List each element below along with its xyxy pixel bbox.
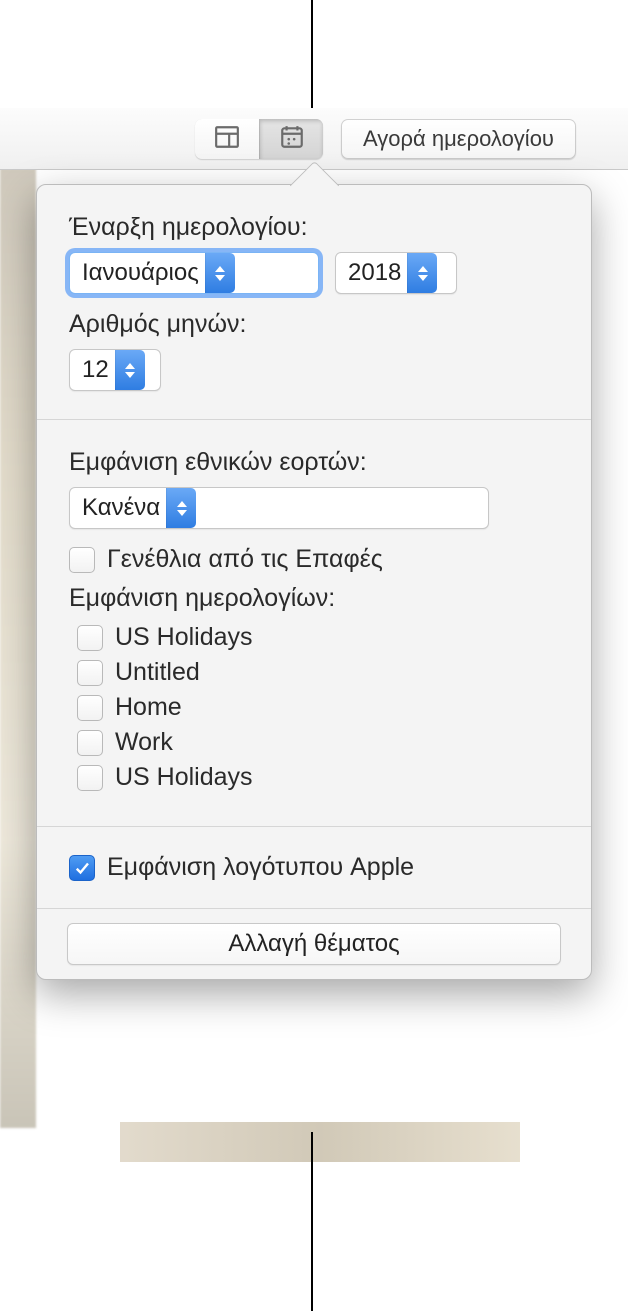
layout-view-button[interactable] [195,119,259,159]
apple-logo-checkbox[interactable] [69,855,95,881]
calendar-settings-icon [279,124,305,153]
calendar-label: Home [115,693,182,722]
background-photo-left [0,168,36,1128]
calendar-settings-popover: Έναρξη ημερολογίου: Ιανουάριος 2018 Αριθ… [36,184,592,980]
months-count-value: 12 [82,356,115,384]
calendar-label: Untitled [115,658,200,687]
chevron-updown-icon [205,253,235,293]
months-count-select[interactable]: 12 [69,349,161,391]
calendar-label: US Holidays [115,623,253,652]
apple-logo-section: Εμφάνιση λογότυπου Apple [37,826,591,908]
start-month-select[interactable]: Ιανουάριος [69,252,319,294]
change-theme-button[interactable]: Αλλαγή θέματος [67,923,561,965]
calendar-settings-button[interactable] [259,119,323,159]
holidays-section: Εμφάνιση εθνικών εορτών: Κανένα Γενέθλια… [37,419,591,826]
calendar-label: Work [115,728,173,757]
national-holidays-label: Εμφάνιση εθνικών εορτών: [69,448,559,477]
calendar-checkbox[interactable] [77,765,103,791]
apple-logo-label: Εμφάνιση λογότυπου Apple [107,853,414,882]
calendars-list: US Holidays Untitled Home Work US Holida… [77,623,559,792]
start-label: Έναρξη ημερολογίου: [69,213,559,242]
start-year-value: 2018 [348,259,407,287]
national-holidays-value: Κανένα [82,494,166,522]
callout-line-bottom [311,1132,313,1311]
change-theme-section: Αλλαγή θέματος [37,908,591,979]
callout-line-top [311,0,313,110]
calendar-checkbox[interactable] [77,660,103,686]
birthdays-checkbox[interactable] [69,547,95,573]
calendar-checkbox[interactable] [77,695,103,721]
background-photo-bottom [120,1122,520,1162]
layout-grid-icon [214,124,240,153]
checkmark-icon [73,859,91,877]
chevron-updown-icon [115,350,145,390]
start-section: Έναρξη ημερολογίου: Ιανουάριος 2018 Αριθ… [37,185,591,419]
calendar-item[interactable]: US Holidays [77,623,559,652]
calendar-checkbox[interactable] [77,730,103,756]
toolbar: Αγορά ημερολογίου [0,108,628,170]
buy-calendar-button[interactable]: Αγορά ημερολογίου [341,119,576,159]
calendar-item[interactable]: Work [77,728,559,757]
apple-logo-checkbox-row[interactable]: Εμφάνιση λογότυπου Apple [69,853,559,882]
birthdays-checkbox-row[interactable]: Γενέθλια από τις Επαφές [69,545,559,574]
calendar-item[interactable]: Home [77,693,559,722]
chevron-updown-icon [407,253,437,293]
view-mode-segmented-control [195,119,323,159]
show-calendars-label: Εμφάνιση ημερολογίων: [69,584,559,613]
birthdays-label: Γενέθλια από τις Επαφές [107,545,383,574]
calendar-label: US Holidays [115,763,253,792]
national-holidays-select[interactable]: Κανένα [69,487,489,529]
calendar-item[interactable]: US Holidays [77,763,559,792]
start-month-value: Ιανουάριος [82,259,205,287]
calendar-checkbox[interactable] [77,625,103,651]
calendar-item[interactable]: Untitled [77,658,559,687]
chevron-updown-icon [166,488,196,528]
start-year-select[interactable]: 2018 [335,252,457,294]
months-count-label: Αριθμός μηνών: [69,310,559,339]
